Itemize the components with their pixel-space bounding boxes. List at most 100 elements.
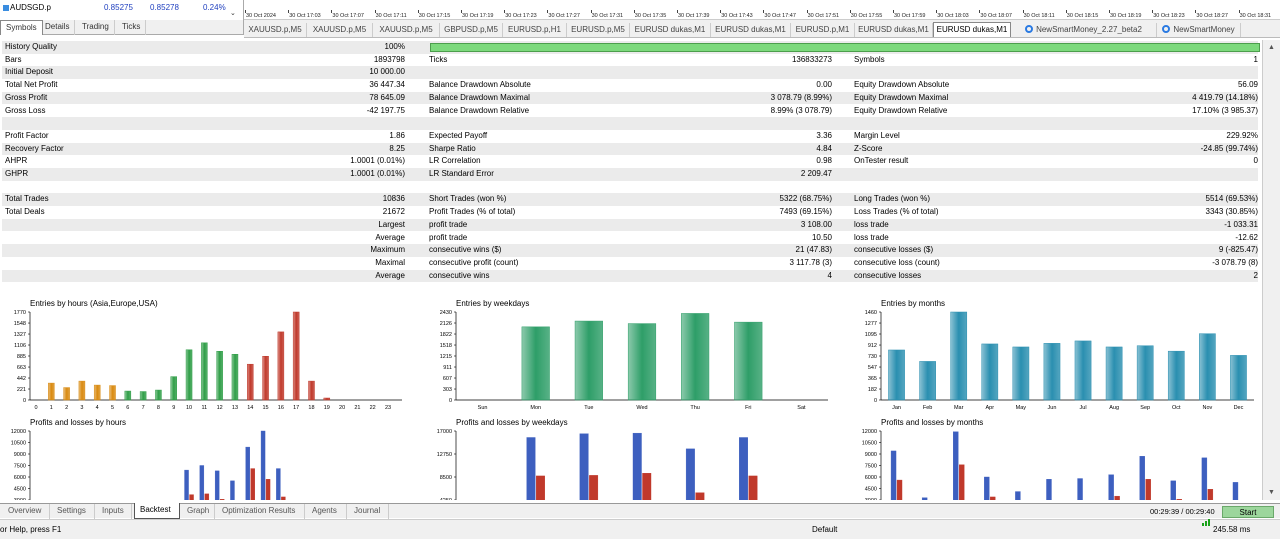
stat-value: 0: [1253, 156, 1258, 166]
tab-settings[interactable]: Settings: [52, 504, 95, 519]
y-tick-label: 1215: [440, 354, 452, 360]
stat-label: consecutive profit (count): [429, 257, 519, 267]
chart-tab[interactable]: EURUSD dukas,M1: [855, 23, 933, 37]
chart-tab[interactable]: XAUUSD.p,M5: [244, 23, 307, 37]
scroll-up-icon[interactable]: ▲: [1268, 44, 1275, 51]
tab-agents[interactable]: Agents: [307, 504, 347, 519]
loss-bar: [536, 475, 545, 500]
stat-value: 1.0001 (0.01%): [350, 169, 405, 178]
stat-value: -24.85 (99.74%): [1200, 143, 1258, 153]
y-tick-label: 0: [23, 398, 26, 404]
chart-tab[interactable]: EURUSD dukas,M1: [711, 23, 791, 37]
stat-row: AHPR 1.0001 (0.01%) LR Correlation 0.98 OnTe…: [2, 155, 1258, 168]
tab-details[interactable]: Details: [40, 20, 76, 35]
chart-tab[interactable]: NewSmartMoney_2.27_beta2: [1011, 23, 1157, 37]
chart-tab[interactable]: EURUSD dukas,M1: [630, 23, 711, 37]
stat-value: 56.09: [1237, 80, 1258, 90]
profit-bar: [276, 468, 281, 500]
time-tick-label: 30 Oct 17:59: [894, 13, 926, 19]
stat-value: 3.36: [816, 130, 832, 140]
chart-tab[interactable]: XAUUSD.p,M5: [373, 23, 440, 37]
report-scrollbar[interactable]: ▲ ▼: [1262, 40, 1280, 500]
chart-tab[interactable]: GBPUSD.p,M5: [440, 23, 503, 37]
bar: [124, 390, 132, 401]
y-tick-label: 6000: [14, 475, 26, 481]
stat-value: 100%: [384, 42, 405, 51]
chart-svg: 12000 10500 9000 7500 6000 4500 3000: [862, 429, 1239, 500]
tab-overview[interactable]: Overview: [3, 504, 50, 519]
chevron-down-icon[interactable]: ⌄: [230, 9, 236, 17]
bar: [247, 363, 254, 401]
x-tick-label: 13: [232, 405, 238, 411]
tab-graph[interactable]: Graph: [182, 504, 215, 519]
chart-tab[interactable]: EURUSD dukas,M1: [933, 22, 1011, 37]
bar: [981, 343, 999, 401]
stat-value: 36 447.34: [369, 80, 405, 90]
tester-tabs: 00:29:39 / 00:29:40 Start Overview Settin…: [0, 503, 1280, 519]
time-tick-label: 30 Oct 17:43: [721, 13, 753, 19]
stat-value: 3343 (30.85%): [1205, 207, 1258, 217]
stat-row: Total Net Profit 36 447.34 Balance Drawdow…: [2, 79, 1258, 92]
stat-label: profit trade: [429, 232, 468, 242]
stat-value: 2 209.47: [800, 169, 832, 178]
x-tick-label: 10: [186, 405, 192, 411]
stat-value: 0.98: [816, 156, 832, 166]
loss-bar: [748, 475, 758, 500]
y-tick-label: 17000: [437, 429, 452, 435]
x-tick-label: 3: [80, 405, 83, 411]
stat-value: 3 117.78 (3): [789, 257, 832, 267]
x-tick-label: Dec: [1234, 405, 1244, 411]
stat-value: -1 033.31: [1224, 219, 1258, 229]
x-tick-label: Fri: [745, 405, 751, 411]
stat-value: 5514 (69.53%): [1205, 194, 1258, 204]
stat-value: 2: [1253, 270, 1258, 280]
profit-bar: [245, 446, 250, 500]
time-tick-label: 30 Oct 17:35: [634, 13, 667, 19]
bar: [950, 311, 968, 401]
chart-tab[interactable]: NewSmartMoney: [1157, 23, 1241, 37]
stat-label: Total Deals: [5, 207, 45, 217]
tab-optimization-results[interactable]: Optimization Results: [217, 504, 305, 519]
report-chart: Entries by hours (Asia,Europe,USA) 1770 15…: [4, 294, 408, 414]
x-tick-label: 7: [142, 405, 145, 411]
bar: [93, 384, 101, 401]
tab-backtest[interactable]: Backtest: [134, 503, 180, 519]
stat-label: consecutive loss (count): [854, 257, 940, 267]
stat-value: 4: [827, 270, 832, 280]
tab-ticks[interactable]: Ticks: [117, 20, 147, 35]
bar: [1074, 340, 1092, 401]
x-tick-label: 0: [34, 405, 37, 411]
chart-tab[interactable]: EURUSD.p,M1: [791, 23, 855, 37]
start-button[interactable]: Start: [1222, 506, 1274, 518]
stat-row: GHPR 1.0001 (0.01%) LR Standard Error 2 209…: [2, 168, 1258, 181]
chart-tab-label: XAUUSD.p,M5: [312, 25, 367, 34]
mt5-tester-window: AUDSGD.p 0.85275 0.85278 0.24% ⌄ 30 Oct …: [0, 0, 1280, 539]
tab-symbols[interactable]: Symbols: [0, 20, 43, 35]
stat-row: Maximal consecutive profit (count) 3 117.7…: [2, 257, 1258, 270]
bar: [277, 331, 285, 401]
x-tick-label: Jun: [1048, 405, 1057, 411]
profit-bar: [1170, 480, 1176, 500]
scroll-down-icon[interactable]: ▼: [1268, 489, 1275, 496]
chart-tab[interactable]: EURUSD.p,M5: [567, 23, 630, 37]
y-tick-label: 2126: [440, 321, 452, 327]
stat-row: Average consecutive wins 4 consecutive loss…: [2, 269, 1258, 283]
loss-bar: [1176, 499, 1182, 500]
tab-inputs[interactable]: Inputs: [97, 504, 132, 519]
time-tick-label: 30 Oct 18:15: [1066, 13, 1099, 19]
chart-tab-label: EURUSD dukas,M1: [715, 25, 786, 34]
bar: [262, 355, 269, 401]
profit-bar: [230, 480, 235, 500]
stat-value: 1: [1253, 54, 1258, 64]
y-tick-label: 221: [17, 387, 26, 393]
tab-trading[interactable]: Trading: [77, 20, 115, 35]
chart-svg: 2430 2126 1822 1518 1215 911 607 303 0 Sun Mon Tue W…: [440, 310, 828, 411]
chart-tab[interactable]: EURUSD.p,H1: [503, 23, 567, 37]
chart-tab[interactable]: XAUUSD.p,M5: [307, 23, 373, 37]
stat-value: 21 (47.83): [795, 245, 832, 255]
tab-journal[interactable]: Journal: [349, 504, 389, 519]
y-tick-label: 365: [868, 376, 877, 382]
x-tick-label: 9: [172, 405, 175, 411]
stat-label: LR Correlation: [429, 156, 481, 166]
y-tick-label: 1095: [865, 332, 877, 338]
